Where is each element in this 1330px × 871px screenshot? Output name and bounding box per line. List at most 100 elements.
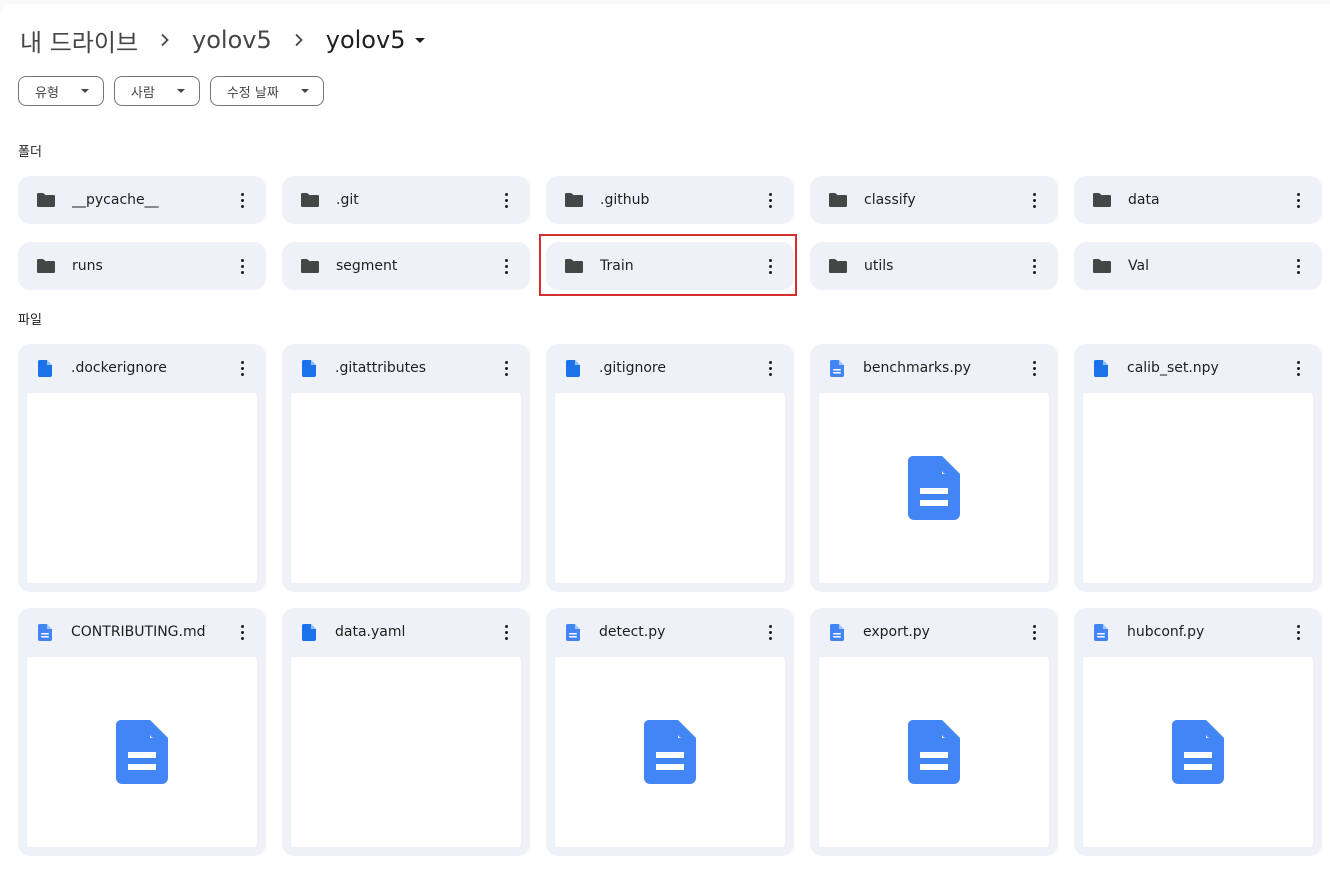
caret-down-icon [415, 37, 426, 43]
folder-card[interactable]: runs [18, 242, 266, 290]
folder-card[interactable]: utils [810, 242, 1058, 290]
dropdown-arrow-icon [80, 89, 89, 93]
file-card[interactable]: .dockerignore [18, 344, 266, 592]
more-options-icon[interactable] [1288, 358, 1308, 378]
breadcrumb-current-folder[interactable]: yolov5 [324, 26, 428, 54]
more-options-icon[interactable] [496, 622, 516, 642]
file-card[interactable]: hubconf.py [1074, 608, 1322, 856]
file-card[interactable]: benchmarks.py [810, 344, 1058, 592]
file-icon [566, 359, 580, 377]
more-options-icon[interactable] [1288, 256, 1308, 276]
folder-card[interactable]: Val [1074, 242, 1322, 290]
chevron-right-icon [158, 33, 172, 47]
file-card[interactable]: data.yaml [282, 608, 530, 856]
file-thumbnail[interactable] [27, 393, 257, 583]
file-name: export.py [863, 624, 930, 640]
files-section-label: 파일 [18, 313, 42, 328]
file-header: benchmarks.py [810, 344, 1058, 392]
file-name: CONTRIBUTING.md [71, 624, 206, 640]
filter-people-button[interactable]: 사람 [113, 76, 200, 106]
folder-card[interactable]: data [1074, 176, 1322, 224]
more-options-icon[interactable] [1024, 256, 1044, 276]
more-options-icon[interactable] [760, 256, 780, 276]
doc-icon [830, 623, 844, 641]
folder-name: Val [1128, 258, 1149, 274]
file-card[interactable]: .gitattributes [282, 344, 530, 592]
folder-name: Train [600, 258, 634, 274]
file-name: .dockerignore [71, 360, 167, 376]
breadcrumb-current-label: yolov5 [325, 26, 406, 54]
breadcrumb-my-drive[interactable]: 내 드라이브 [18, 23, 140, 58]
file-thumbnail[interactable] [1083, 657, 1313, 847]
folder-icon [564, 258, 584, 274]
file-name: .gitattributes [335, 360, 427, 376]
breadcrumb: 내 드라이브 yolov5 yolov5 [18, 22, 427, 58]
file-header: calib_set.npy [1074, 344, 1322, 392]
file-name: detect.py [599, 624, 666, 640]
folder-card[interactable]: classify [810, 176, 1058, 224]
folder-card[interactable]: .github [546, 176, 794, 224]
file-thumbnail[interactable] [555, 393, 785, 583]
folder-icon [828, 192, 848, 208]
more-options-icon[interactable] [232, 190, 252, 210]
file-card[interactable]: detect.py [546, 608, 794, 856]
file-header: .gitignore [546, 344, 794, 392]
more-options-icon[interactable] [760, 358, 780, 378]
more-options-icon[interactable] [1024, 358, 1044, 378]
more-options-icon[interactable] [496, 358, 516, 378]
file-icon [302, 359, 316, 377]
more-options-icon[interactable] [1024, 190, 1044, 210]
folder-card[interactable]: segment [282, 242, 530, 290]
filter-label: 유형 [35, 85, 59, 101]
folder-name: utils [864, 258, 894, 274]
file-thumbnail[interactable] [819, 657, 1049, 847]
more-options-icon[interactable] [496, 190, 516, 210]
folder-icon [36, 192, 56, 208]
file-thumbnail[interactable] [1083, 393, 1313, 583]
filter-label: 사람 [130, 85, 155, 101]
drive-file-browser: 내 드라이브 yolov5 yolov5 유형 사람 수정 날짜 폴더 __py… [0, 0, 1330, 871]
more-options-icon[interactable] [496, 256, 516, 276]
breadcrumb-parent-folder[interactable]: yolov5 [190, 26, 274, 54]
file-name: benchmarks.py [863, 360, 971, 376]
more-options-icon[interactable] [232, 256, 252, 276]
more-options-icon[interactable] [232, 358, 252, 378]
folder-icon [1092, 258, 1112, 274]
folder-name: segment [336, 258, 398, 274]
doc-icon [38, 623, 52, 641]
file-thumbnail[interactable] [819, 393, 1049, 583]
file-name: hubconf.py [1127, 624, 1205, 640]
folder-card[interactable]: __pycache__ [18, 176, 266, 224]
file-thumbnail[interactable] [291, 393, 521, 583]
file-header: export.py [810, 608, 1058, 656]
folder-icon [36, 258, 56, 274]
file-icon [38, 359, 52, 377]
doc-preview-icon [116, 720, 168, 784]
folder-name: .github [600, 192, 650, 208]
more-options-icon[interactable] [760, 190, 780, 210]
folder-name: runs [72, 258, 103, 274]
more-options-icon[interactable] [1288, 622, 1308, 642]
filter-modified-button[interactable]: 수정 날짜 [209, 76, 324, 106]
file-thumbnail[interactable] [291, 657, 521, 847]
more-options-icon[interactable] [760, 622, 780, 642]
folders-section-label: 폴더 [18, 145, 42, 160]
file-name: calib_set.npy [1127, 360, 1219, 376]
more-options-icon[interactable] [1288, 190, 1308, 210]
file-card[interactable]: calib_set.npy [1074, 344, 1322, 592]
file-header: .dockerignore [18, 344, 266, 392]
file-thumbnail[interactable] [555, 657, 785, 847]
filter-type-button[interactable]: 유형 [18, 76, 104, 106]
file-card[interactable]: .gitignore [546, 344, 794, 592]
folder-icon [564, 192, 584, 208]
folder-card[interactable]: Train [546, 242, 794, 290]
folder-card[interactable]: .git [282, 176, 530, 224]
file-thumbnail[interactable] [27, 657, 257, 847]
file-header: .gitattributes [282, 344, 530, 392]
more-options-icon[interactable] [1024, 622, 1044, 642]
more-options-icon[interactable] [232, 622, 252, 642]
file-card[interactable]: CONTRIBUTING.md [18, 608, 266, 856]
folder-name: classify [864, 192, 916, 208]
doc-preview-icon [644, 720, 696, 784]
file-card[interactable]: export.py [810, 608, 1058, 856]
